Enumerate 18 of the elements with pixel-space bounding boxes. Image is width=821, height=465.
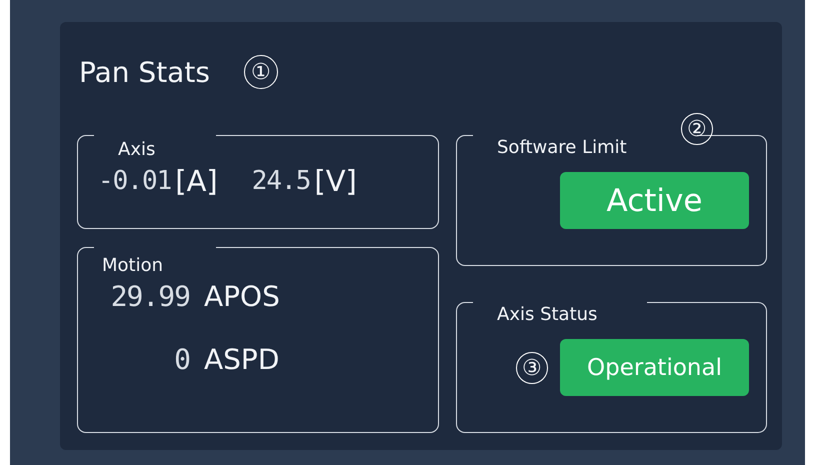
reading-name: APOS xyxy=(204,280,280,313)
group-label: Motion xyxy=(102,255,164,276)
reading-name: ASPD xyxy=(204,343,280,376)
reading-unit: [V] xyxy=(314,164,357,198)
reading-value: 29.99 xyxy=(110,280,190,313)
reading-value: 24.5 xyxy=(252,166,310,196)
callout-number: ③ xyxy=(516,352,548,384)
group-label: Axis Status xyxy=(497,304,598,325)
panel-title: Pan Stats xyxy=(78,56,210,88)
callout-number: ① xyxy=(244,55,278,89)
group-label: Axis xyxy=(118,139,156,160)
reading-unit: [A] xyxy=(175,164,218,198)
status-badge: Active xyxy=(560,172,749,229)
reading-value: 0 xyxy=(173,343,190,376)
group-label: Software Limit xyxy=(497,137,627,158)
callout-number: ② xyxy=(681,113,713,145)
status-badge: Operational xyxy=(560,339,749,396)
reading-value: -0.01 xyxy=(98,166,172,196)
